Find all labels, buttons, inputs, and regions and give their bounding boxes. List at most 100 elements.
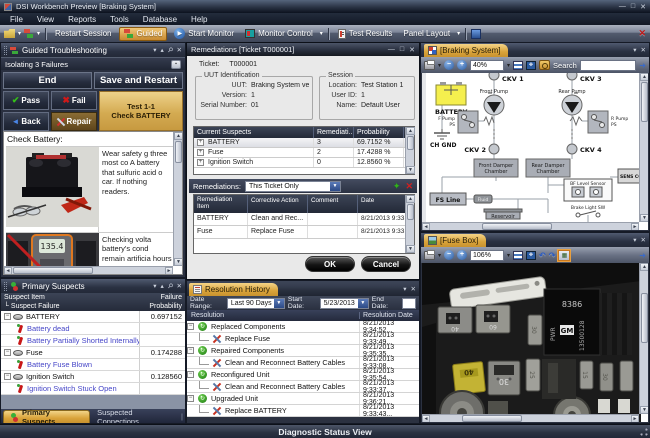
suspect-row[interactable]: − Fuse0.174288 xyxy=(1,347,185,359)
horizontal-scrollbar[interactable]: ◄► xyxy=(422,414,639,422)
suspect-row[interactable]: +BATTERY 3 69.7152 % xyxy=(194,138,414,148)
repair-button[interactable]: Repair xyxy=(51,112,97,131)
ok-button[interactable]: OK xyxy=(305,256,355,272)
resolution-history-header[interactable]: Resolution History ▾ ✕ xyxy=(187,281,419,296)
vertical-scrollbar[interactable]: ▲▼ xyxy=(173,132,182,266)
panel-close-icon[interactable]: ✕ xyxy=(177,282,182,290)
zoom-level-field[interactable]: 106% xyxy=(470,250,504,261)
menu-file[interactable]: File xyxy=(10,15,23,24)
zoom-in-icon[interactable]: + xyxy=(457,250,467,260)
guided-button[interactable]: Guided xyxy=(119,27,168,41)
zoom-level-field[interactable]: 40% xyxy=(470,60,504,71)
start-monitor-button[interactable]: ▶Start Monitor xyxy=(170,27,238,41)
collapse-icon[interactable]: − xyxy=(4,373,11,380)
monitor-control-caret-icon[interactable]: ▾ xyxy=(320,30,323,37)
panel-collapse-icon[interactable]: ▴ xyxy=(161,282,164,290)
resolution-history-tab[interactable]: Resolution History xyxy=(189,283,278,296)
suspect-failure-row[interactable]: Battery Fuse Blown xyxy=(1,359,185,371)
vertical-scrollbar[interactable]: ▲▼ xyxy=(639,73,648,222)
fit-to-window-icon[interactable]: ✥ xyxy=(526,251,536,260)
expand-icon[interactable]: + xyxy=(197,149,204,156)
highlight-tool-icon[interactable]: ▦ xyxy=(558,250,570,261)
schematic-canvas[interactable]: BATTERY CKV 1 CKV 3 Front Pump Rear Pump xyxy=(422,73,648,230)
collapse-icon[interactable]: − xyxy=(4,313,11,320)
panel-close-icon[interactable]: ✕ xyxy=(641,46,646,54)
pass-button[interactable]: ✔Pass xyxy=(3,91,49,110)
suspects-table-header[interactable]: Suspect Item└ Suspect Failure FailurePro… xyxy=(1,293,185,311)
date-range-dropdown[interactable]: Last 90 Days▼ xyxy=(227,298,285,309)
end-date-picker[interactable] xyxy=(402,298,416,309)
save-and-restart-button[interactable]: Save and Restart xyxy=(94,72,183,89)
ckv2-symbol[interactable]: CKV 2 xyxy=(464,144,499,154)
reservoir-symbol[interactable]: Reservoir xyxy=(484,209,522,220)
undo-icon[interactable]: ↶ xyxy=(539,251,546,260)
resize-grip[interactable] xyxy=(640,428,648,436)
panel-layout-button[interactable]: Panel Layout xyxy=(399,27,454,41)
remediations-table-header[interactable]: Remediation Item Corrective Action Comme… xyxy=(194,195,414,213)
horizontal-scrollbar[interactable]: ◄► xyxy=(4,266,173,274)
suspect-failure-row[interactable]: Battery dead xyxy=(1,323,185,335)
highlighted-fuse-40[interactable]: 40 xyxy=(453,362,486,395)
panel-close-icon[interactable]: ✕ xyxy=(641,236,646,244)
suspect-row[interactable]: +Fuse 2 17.4288 % xyxy=(194,148,414,158)
start-date-picker[interactable]: 5/23/2013▼ xyxy=(320,298,369,309)
fs-line-box[interactable]: FS Line xyxy=(430,193,466,205)
panel-view-icon[interactable] xyxy=(471,29,481,39)
panel-pin-icon[interactable]: ⚲ xyxy=(166,45,175,54)
expand-icon[interactable]: + xyxy=(197,139,204,146)
resolution-row[interactable]: Replace BATTERY 8/21/2013 9:33:43... xyxy=(187,405,419,417)
navigate-forward-icon[interactable]: ➜ xyxy=(639,61,646,70)
monitor-control-button[interactable]: Monitor Control xyxy=(241,27,317,41)
suspect-failure-row[interactable]: Ignition Switch Stuck Open xyxy=(1,383,185,395)
menu-tools[interactable]: Tools xyxy=(110,15,129,24)
remediation-row[interactable]: BATTERY Clean and Rec... 8/21/2013 9:33.… xyxy=(194,213,414,226)
panel-collapse-icon[interactable]: ▴ xyxy=(161,46,164,54)
ckv4-symbol[interactable]: CKV 4 xyxy=(567,144,602,154)
vertical-scrollbar[interactable]: ▲▼ xyxy=(639,263,648,414)
remediation-row[interactable]: Fuse Replace Fuse 8/21/2013 9:33... xyxy=(194,226,414,239)
current-suspects-header[interactable]: Current Suspects Remediati... Probabilit… xyxy=(194,127,414,138)
primary-suspects-header[interactable]: Primary Suspects ▾ ▴ ⚲ ✕ xyxy=(1,279,185,293)
horizontal-scrollbar[interactable]: ◄► xyxy=(422,222,639,230)
delete-remediation-icon[interactable]: ✕ xyxy=(405,181,413,192)
print-caret-icon[interactable]: ▾ xyxy=(438,252,441,259)
guided-panel-header[interactable]: Guided Troubleshooting ▾ ▴ ⚲ ✕ xyxy=(1,43,185,57)
panel-menu-icon[interactable]: ▾ xyxy=(633,46,636,54)
zoom-out-icon[interactable]: − xyxy=(444,60,454,70)
maximize-button[interactable]: □ xyxy=(631,3,635,11)
suspect-row[interactable]: − BATTERY0.697152 xyxy=(1,311,185,323)
redo-icon[interactable]: ↷ xyxy=(549,251,556,260)
panel-menu-icon[interactable]: ▾ xyxy=(153,46,156,54)
collapse-icon[interactable]: − xyxy=(187,347,194,354)
restart-session-button[interactable]: Restart Session xyxy=(51,27,115,41)
open-session-icon[interactable] xyxy=(4,29,15,38)
panel-close-icon[interactable]: ✕ xyxy=(177,46,182,54)
zoom-out-icon[interactable]: − xyxy=(444,250,454,260)
collapse-icon[interactable]: − xyxy=(4,349,11,356)
expand-icon[interactable]: + xyxy=(197,159,204,166)
fusebox-canvas[interactable]: 8386 PWR GM 13500128 40 xyxy=(422,263,648,422)
suspect-failure-row[interactable]: Battery Partially Shorted Internally xyxy=(1,335,185,347)
collapse-icon[interactable]: − xyxy=(187,371,194,378)
cancel-button[interactable]: Cancel xyxy=(361,256,411,272)
maximize-button[interactable]: □ xyxy=(400,46,404,54)
zoom-caret-icon[interactable]: ▾ xyxy=(507,62,510,69)
fit-to-window-icon[interactable]: ✥ xyxy=(526,61,536,70)
navigate-forward-icon[interactable]: ➜ xyxy=(639,251,646,260)
bf-level-sensor[interactable]: BF Level Sensor xyxy=(564,179,612,201)
vertical-scrollbar[interactable]: ▲▼ xyxy=(405,127,414,174)
rear-damper-chamber[interactable]: Rear Damper Chamber xyxy=(526,159,570,177)
grid-view-icon[interactable] xyxy=(513,251,523,260)
collapse-icon[interactable]: − xyxy=(187,323,194,330)
collapse-icon[interactable]: − xyxy=(187,395,194,402)
vertical-scrollbar[interactable]: ▲▼ xyxy=(405,195,414,253)
remediations-title-bar[interactable]: Remediations [Ticket T000001] — □ ✕ xyxy=(187,43,419,56)
ticket-filter-dropdown[interactable]: This Ticket Only▼ xyxy=(245,181,341,192)
suspect-row[interactable]: − Ignition Switch0.128560 xyxy=(1,371,185,383)
print-caret-icon[interactable]: ▾ xyxy=(438,62,441,69)
test-results-button[interactable]: Test Results xyxy=(334,27,397,41)
isolating-options-button[interactable]: ▪ xyxy=(171,60,181,69)
menu-reports[interactable]: Reports xyxy=(68,15,96,24)
fuse-box-tab[interactable]: [Fuse Box] xyxy=(424,234,486,247)
panel-pin-icon[interactable]: ⚲ xyxy=(166,281,175,290)
